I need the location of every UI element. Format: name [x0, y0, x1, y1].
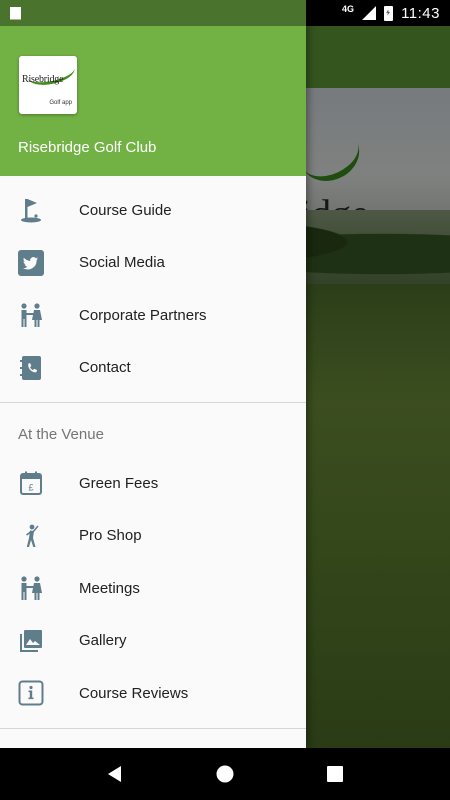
- menu-label: Course Reviews: [79, 684, 189, 702]
- menu-item-course-reviews[interactable]: Course Reviews: [0, 667, 306, 720]
- info-icon: [18, 680, 44, 706]
- menu-item-corporate-partners[interactable]: Corporate Partners: [0, 289, 306, 342]
- section-header-at-the-venue: At the Venue: [18, 425, 104, 443]
- signal-icon: [362, 6, 377, 20]
- svg-text:£: £: [28, 483, 33, 493]
- home-circle-icon: [216, 765, 234, 783]
- golfer-icon: [18, 523, 44, 549]
- menu-divider: [0, 402, 306, 403]
- home-button[interactable]: [201, 750, 249, 798]
- club-name: Risebridge Golf Club: [18, 139, 157, 156]
- menu-item-gallery[interactable]: Gallery: [0, 615, 306, 668]
- menu-item-meetings[interactable]: Meetings: [0, 562, 306, 615]
- menu-label: Corporate Partners: [79, 306, 207, 324]
- menu-item-contact[interactable]: Contact: [0, 342, 306, 395]
- menu-label: Contact: [79, 359, 131, 377]
- club-logo: Risebridge Golf app: [19, 56, 77, 114]
- calendar-pound-icon: £: [18, 470, 44, 496]
- menu-label: Gallery: [79, 632, 127, 650]
- menu-label: Green Fees: [79, 474, 159, 492]
- navigation-drawer: Risebridge Golf app Risebridge Golf Club…: [0, 0, 306, 748]
- menu-label: Pro Shop: [79, 527, 142, 545]
- menu-item-course-guide[interactable]: Course Guide: [0, 184, 306, 237]
- recents-button[interactable]: [311, 750, 359, 798]
- battery-charging-icon: [384, 5, 394, 21]
- menu-divider: [0, 727, 306, 729]
- gallery-icon: [18, 628, 44, 654]
- menu-label: Social Media: [79, 254, 165, 272]
- golf-flag-icon: [18, 197, 44, 223]
- logo-wordmark: Risebridge: [22, 74, 64, 85]
- handshake-icon: [18, 575, 44, 601]
- sd-card-icon: [10, 6, 21, 20]
- handshake-icon: [18, 302, 44, 328]
- clock: 11:43: [401, 4, 440, 22]
- menu-item-social-media[interactable]: Social Media: [0, 237, 306, 290]
- menu-label: Course Guide: [79, 201, 172, 219]
- status-bar: 4G 11:43: [0, 0, 450, 26]
- drawer-header: Risebridge Golf app Risebridge Golf Club: [0, 0, 306, 176]
- recents-square-icon: [327, 766, 343, 782]
- menu-item-pro-shop[interactable]: Pro Shop: [0, 510, 306, 563]
- twitter-icon: [18, 249, 44, 276]
- back-button[interactable]: [91, 750, 139, 798]
- menu-item-green-fees[interactable]: £ Green Fees: [0, 457, 306, 510]
- logo-subtext: Golf app: [49, 100, 72, 106]
- back-triangle-icon: [108, 766, 121, 782]
- drawer-menu: Course Guide Social Media Corporate Part…: [0, 176, 306, 729]
- network-type: 4G: [342, 4, 355, 14]
- system-navigation-bar: [0, 748, 450, 800]
- menu-label: Meetings: [79, 579, 140, 597]
- phone-book-icon: [18, 355, 44, 381]
